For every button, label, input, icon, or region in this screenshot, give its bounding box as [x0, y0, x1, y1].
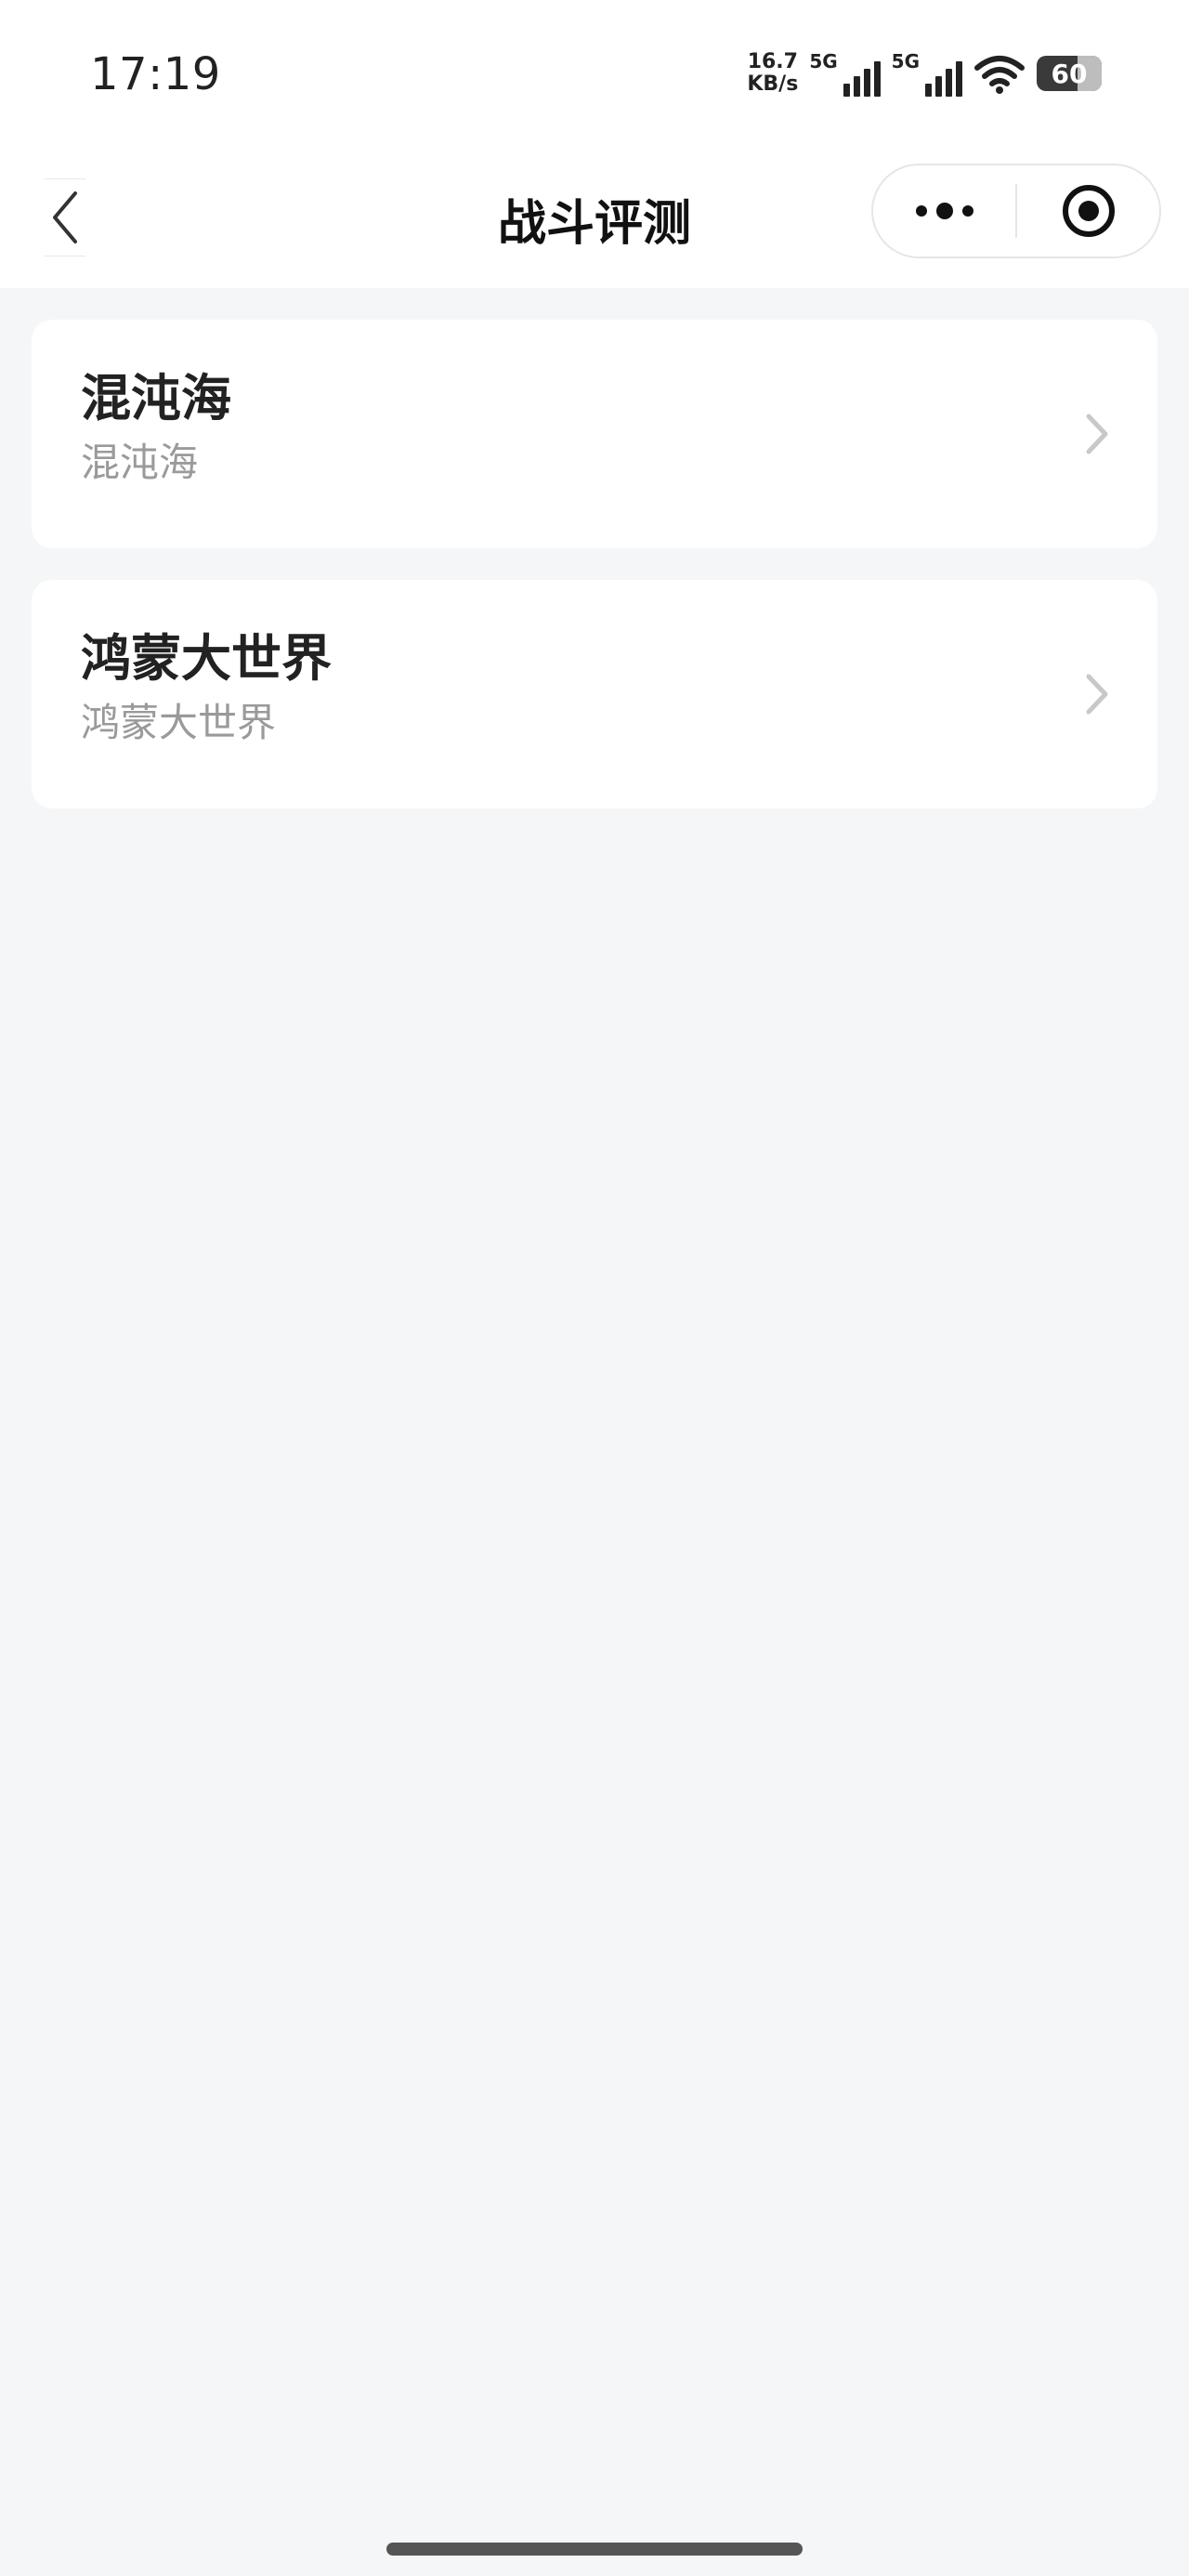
- mini-program-capsule: [871, 164, 1161, 258]
- status-time: 17:19: [90, 48, 221, 100]
- battle-evaluation-list: 混沌海 混沌海 鸿蒙大世界 鸿蒙大世界: [32, 320, 1157, 840]
- signal-icon: 5G: [892, 50, 962, 97]
- list-item-subtitle: 鸿蒙大世界: [81, 700, 277, 745]
- navigation-bar: 战斗评测: [0, 149, 1189, 288]
- list-item-title: 混沌海: [81, 369, 231, 427]
- status-icons: 16.7 KB/s 5G 5G 60: [747, 48, 1102, 99]
- status-bar: 17:19 16.7 KB/s 5G 5G 60: [0, 0, 1189, 149]
- network-speed: 16.7 KB/s: [747, 51, 798, 96]
- signal-icon: 5G: [809, 50, 881, 97]
- home-indicator[interactable]: [386, 2543, 803, 2556]
- more-button[interactable]: [873, 165, 1015, 256]
- battery-icon: 60: [1037, 56, 1102, 91]
- list-item[interactable]: 混沌海 混沌海: [32, 320, 1157, 548]
- signal-type-label: 5G: [891, 50, 920, 72]
- signal-type-label: 5G: [809, 50, 838, 72]
- network-speed-unit: KB/s: [747, 72, 799, 96]
- list-item-title: 鸿蒙大世界: [81, 629, 332, 688]
- more-dots-icon: [915, 203, 973, 219]
- chevron-right-icon: [1086, 414, 1108, 454]
- list-item[interactable]: 鸿蒙大世界 鸿蒙大世界: [32, 580, 1157, 808]
- battery-level: 60: [1051, 58, 1088, 89]
- target-circle-icon: [1062, 185, 1115, 237]
- list-item-subtitle: 混沌海: [81, 440, 199, 485]
- wifi-icon: [974, 56, 1025, 94]
- chevron-right-icon: [1086, 674, 1108, 715]
- network-speed-value: 16.7: [747, 50, 798, 73]
- close-program-button[interactable]: [1017, 165, 1159, 256]
